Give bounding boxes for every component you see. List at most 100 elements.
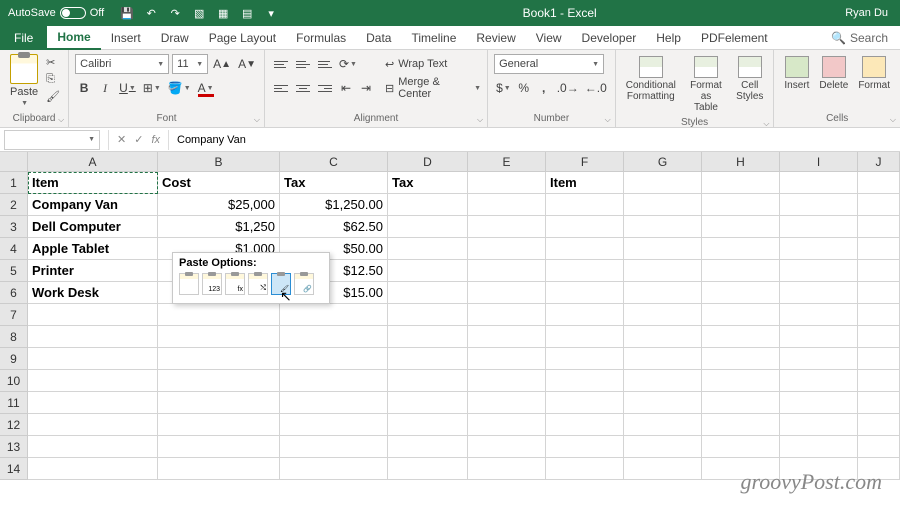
cell-J10[interactable] — [858, 370, 900, 392]
tab-pdfelement[interactable]: PDFelement — [691, 26, 778, 50]
cell-C8[interactable] — [280, 326, 388, 348]
col-header-G[interactable]: G — [624, 152, 702, 172]
cell-D1[interactable]: Tax — [388, 172, 468, 194]
cell-C1[interactable]: Tax — [280, 172, 388, 194]
align-top-icon[interactable] — [271, 54, 291, 74]
cell-F4[interactable] — [546, 238, 624, 260]
cell-A9[interactable] — [28, 348, 158, 370]
delete-cells-button[interactable]: Delete — [815, 54, 852, 93]
cell-A4[interactable]: Apple Tablet — [28, 238, 158, 260]
col-header-E[interactable]: E — [468, 152, 546, 172]
cell-F12[interactable] — [546, 414, 624, 436]
cell-E10[interactable] — [468, 370, 546, 392]
cell-E11[interactable] — [468, 392, 546, 414]
cell-C3[interactable]: $62.50 — [280, 216, 388, 238]
qat-icon-1[interactable]: ▧ — [192, 6, 206, 20]
cell-E12[interactable] — [468, 414, 546, 436]
cell-I10[interactable] — [780, 370, 858, 392]
cell-E9[interactable] — [468, 348, 546, 370]
conditional-formatting-button[interactable]: Conditional Formatting — [622, 54, 680, 104]
formula-input[interactable]: Company Van — [169, 134, 900, 146]
cell-C9[interactable] — [280, 348, 388, 370]
cell-C13[interactable] — [280, 436, 388, 458]
cell-B10[interactable] — [158, 370, 280, 392]
cell-E6[interactable] — [468, 282, 546, 304]
align-right-icon[interactable] — [315, 78, 335, 98]
cell-A14[interactable] — [28, 458, 158, 480]
cell-A6[interactable]: Work Desk — [28, 282, 158, 304]
cell-G12[interactable] — [624, 414, 702, 436]
cell-styles-button[interactable]: Cell Styles — [732, 54, 767, 104]
underline-button[interactable]: U▼ — [117, 78, 138, 98]
cell-A3[interactable]: Dell Computer — [28, 216, 158, 238]
cell-J1[interactable] — [858, 172, 900, 194]
increase-indent-icon[interactable]: ⇥ — [357, 78, 375, 98]
tab-view[interactable]: View — [526, 26, 572, 50]
merge-center-button[interactable]: ⊟Merge & Center▼ — [385, 78, 481, 98]
cell-A11[interactable] — [28, 392, 158, 414]
undo-icon[interactable]: ↶ — [144, 6, 158, 20]
cell-F10[interactable] — [546, 370, 624, 392]
cell-I7[interactable] — [780, 304, 858, 326]
cell-J9[interactable] — [858, 348, 900, 370]
cell-H12[interactable] — [702, 414, 780, 436]
cell-H13[interactable] — [702, 436, 780, 458]
cell-B1[interactable]: Cost — [158, 172, 280, 194]
cell-D12[interactable] — [388, 414, 468, 436]
cell-A7[interactable] — [28, 304, 158, 326]
copy-icon[interactable]: ⎘ — [46, 73, 62, 87]
cell-E4[interactable] — [468, 238, 546, 260]
cell-B9[interactable] — [158, 348, 280, 370]
name-box[interactable]: ▼ — [4, 130, 100, 150]
cell-A8[interactable] — [28, 326, 158, 348]
cell-F13[interactable] — [546, 436, 624, 458]
tab-timeline[interactable]: Timeline — [401, 26, 466, 50]
font-color-button[interactable]: A▼ — [196, 78, 216, 98]
col-header-H[interactable]: H — [702, 152, 780, 172]
cell-G9[interactable] — [624, 348, 702, 370]
cell-B3[interactable]: $1,250 — [158, 216, 280, 238]
italic-button[interactable]: I — [96, 78, 114, 98]
bold-button[interactable]: B — [75, 78, 93, 98]
cell-I12[interactable] — [780, 414, 858, 436]
cell-G7[interactable] — [624, 304, 702, 326]
cell-F14[interactable] — [546, 458, 624, 480]
cell-H4[interactable] — [702, 238, 780, 260]
paste-option-values-icon[interactable]: 123 — [202, 273, 222, 295]
cell-G10[interactable] — [624, 370, 702, 392]
cell-F2[interactable] — [546, 194, 624, 216]
cell-J13[interactable] — [858, 436, 900, 458]
cell-C2[interactable]: $1,250.00 — [280, 194, 388, 216]
enter-formula-icon[interactable]: ✓ — [134, 133, 143, 146]
align-center-icon[interactable] — [293, 78, 313, 98]
cell-J12[interactable] — [858, 414, 900, 436]
cell-G1[interactable] — [624, 172, 702, 194]
cell-A5[interactable]: Printer — [28, 260, 158, 282]
format-as-table-button[interactable]: Format as Table — [682, 54, 730, 115]
col-header-A[interactable]: A — [28, 152, 158, 172]
cell-E5[interactable] — [468, 260, 546, 282]
col-header-J[interactable]: J — [858, 152, 900, 172]
fx-icon[interactable]: fx — [151, 134, 160, 146]
qat-icon-3[interactable]: ▤ — [240, 6, 254, 20]
row-header-6[interactable]: 6 — [0, 282, 28, 304]
cell-H1[interactable] — [702, 172, 780, 194]
cut-icon[interactable]: ✂ — [46, 56, 62, 70]
format-cells-button[interactable]: Format — [854, 54, 894, 93]
tab-review[interactable]: Review — [466, 26, 525, 50]
cell-I6[interactable] — [780, 282, 858, 304]
paste-option-formulas-icon[interactable]: fx — [225, 273, 245, 295]
insert-cells-button[interactable]: Insert — [780, 54, 813, 93]
cell-B12[interactable] — [158, 414, 280, 436]
cell-I13[interactable] — [780, 436, 858, 458]
font-size-select[interactable]: 11▼ — [172, 54, 208, 74]
cell-G3[interactable] — [624, 216, 702, 238]
tab-draw[interactable]: Draw — [151, 26, 199, 50]
fill-color-button[interactable]: 🪣▼ — [166, 78, 193, 98]
col-header-C[interactable]: C — [280, 152, 388, 172]
border-button[interactable]: ⊞▼ — [141, 78, 163, 98]
paste-option-formatting-icon[interactable]: 🖌 — [271, 273, 291, 295]
cell-E8[interactable] — [468, 326, 546, 348]
tab-developer[interactable]: Developer — [572, 26, 647, 50]
cell-C10[interactable] — [280, 370, 388, 392]
